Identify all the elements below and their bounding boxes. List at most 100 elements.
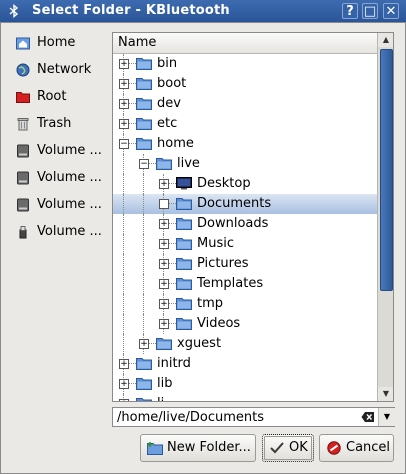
folder-name: Pictures — [197, 256, 249, 271]
folder-name: tmp — [197, 296, 224, 311]
tree-row[interactable]: + Downloads — [113, 214, 377, 234]
folder-icon — [176, 298, 192, 310]
expand-icon[interactable]: + — [119, 59, 129, 69]
scroll-down-arrow-icon[interactable]: ▼ — [378, 387, 393, 401]
tree-row[interactable]: + Templates — [113, 274, 377, 294]
column-header-label: Name — [118, 35, 157, 50]
folder-name: Documents — [197, 196, 272, 211]
tree-row[interactable]: + boot — [113, 74, 377, 94]
place-trash[interactable]: Trash — [12, 113, 108, 135]
tree-row[interactable]: + Desktop — [113, 174, 377, 194]
tree-row[interactable]: + etc — [113, 114, 377, 134]
column-header-name[interactable]: Name — [113, 33, 377, 54]
combo-dropdown-arrow-icon[interactable]: ▼ — [378, 408, 395, 426]
expand-icon[interactable]: + — [119, 79, 129, 89]
drive-icon — [17, 171, 29, 185]
tree-guide — [123, 154, 124, 174]
vertical-scrollbar[interactable]: ▲ ▼ — [377, 33, 393, 401]
expand-icon[interactable]: + — [139, 339, 149, 349]
tree-guide — [143, 174, 144, 194]
expand-icon[interactable]: + — [159, 299, 169, 309]
place-label: Network — [37, 62, 92, 77]
folder-name: etc — [157, 116, 178, 131]
close-button[interactable]: ✕ — [383, 3, 399, 19]
tree-row[interactable]: + Pictures — [113, 254, 377, 274]
tree-guide — [123, 254, 124, 274]
folder-icon — [156, 158, 172, 170]
folder-icon — [176, 258, 192, 270]
folder-icon — [136, 378, 152, 390]
folder-tree[interactable]: Name + bin + boot + dev + etc − home − live + Desktop… — [112, 32, 394, 402]
expand-icon[interactable]: + — [159, 179, 169, 189]
help-button[interactable]: ? — [342, 3, 358, 19]
expand-icon[interactable]: + — [159, 279, 169, 289]
place-volume-1[interactable]: Volume ... — [12, 140, 108, 162]
tree-row[interactable]: + Videos — [113, 314, 377, 334]
tree-row[interactable]: + dev — [113, 94, 377, 114]
place-volume-4[interactable]: Volume ... — [12, 221, 108, 243]
expand-icon[interactable]: + — [119, 119, 129, 129]
tree-row[interactable]: + initrd — [113, 354, 377, 374]
expand-icon[interactable]: + — [159, 259, 169, 269]
folder-icon — [176, 278, 192, 290]
tree-row[interactable]: − live — [113, 154, 377, 174]
window-title: Select Folder - KBluetooth — [32, 3, 230, 18]
tree-guide — [143, 314, 144, 334]
folder-name: lib — [157, 376, 173, 391]
collapse-icon[interactable]: − — [119, 139, 129, 149]
tree-row[interactable]: − home — [113, 134, 377, 154]
home-folder-icon — [16, 37, 30, 50]
path-combobox[interactable]: ▼ — [112, 407, 395, 427]
tree-guide — [123, 314, 124, 334]
place-label: Root — [37, 89, 67, 104]
expand-icon[interactable]: + — [159, 239, 169, 249]
folder-name: Templates — [197, 276, 264, 291]
expand-icon[interactable]: + — [159, 319, 169, 329]
expander-empty[interactable] — [159, 199, 169, 209]
usb-drive-icon — [19, 226, 27, 239]
expand-icon[interactable]: + — [159, 219, 169, 229]
tree-row[interactable]: + li — [113, 394, 377, 401]
drive-icon — [17, 198, 29, 212]
place-label: Volume ... — [37, 224, 102, 239]
new-folder-button[interactable]: New Folder... — [140, 434, 256, 462]
tree-row[interactable]: + lib — [113, 374, 377, 394]
folder-icon — [176, 318, 192, 330]
tree-row[interactable]: + tmp — [113, 294, 377, 314]
folder-icon — [176, 238, 192, 250]
cancel-button[interactable]: Cancel — [319, 434, 394, 462]
place-home[interactable]: Home — [12, 32, 108, 54]
scroll-up-arrow-icon[interactable]: ▲ — [378, 33, 393, 47]
tree-row[interactable]: + Music — [113, 234, 377, 254]
folder-name: dev — [157, 96, 181, 111]
place-volume-2[interactable]: Volume ... — [12, 167, 108, 189]
drive-icon — [17, 144, 29, 158]
tree-guide — [143, 214, 144, 234]
place-label: Home — [37, 35, 76, 50]
ok-button[interactable]: OK — [262, 434, 314, 462]
expand-icon[interactable]: + — [119, 379, 129, 389]
title-bar[interactable]: Select Folder - KBluetooth ? □ ✕ — [0, 0, 406, 22]
folder-name: live — [177, 156, 200, 171]
place-volume-3[interactable]: Volume ... — [12, 194, 108, 216]
tree-row[interactable]: Documents — [113, 194, 377, 214]
scrollbar-thumb[interactable] — [380, 49, 393, 291]
path-input[interactable] — [117, 409, 357, 425]
folder-icon — [176, 218, 192, 230]
folder-icon — [156, 338, 172, 350]
clear-text-icon[interactable] — [361, 411, 375, 423]
tree-row[interactable]: + xguest — [113, 334, 377, 354]
place-network[interactable]: Network — [12, 59, 108, 81]
tree-guide — [143, 294, 144, 314]
expand-icon[interactable]: + — [119, 359, 129, 369]
place-label: Trash — [37, 116, 72, 131]
tree-guide — [143, 254, 144, 274]
folder-name: bin — [157, 56, 178, 71]
expand-icon[interactable]: + — [119, 99, 129, 109]
maximize-button[interactable]: □ — [362, 3, 378, 19]
tree-row[interactable]: + bin — [113, 54, 377, 74]
folder-name: li — [157, 395, 164, 401]
place-root[interactable]: Root — [12, 86, 108, 108]
collapse-icon[interactable]: − — [139, 159, 149, 169]
expand-icon[interactable]: + — [119, 399, 129, 401]
